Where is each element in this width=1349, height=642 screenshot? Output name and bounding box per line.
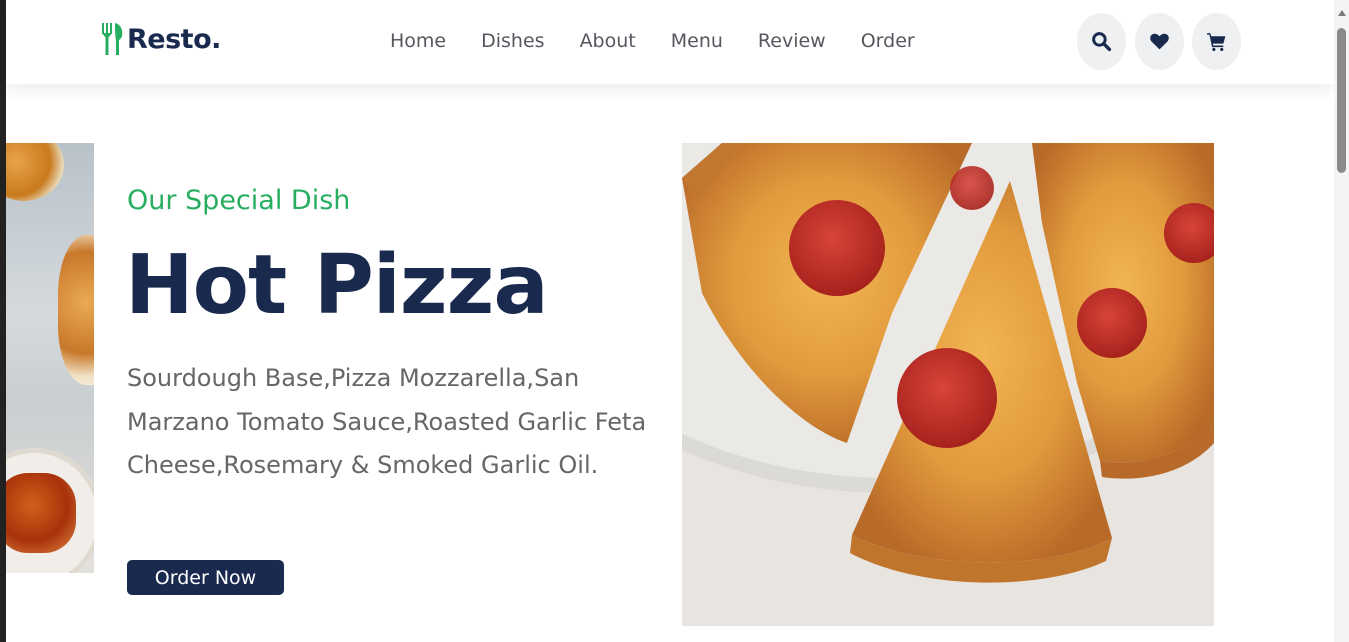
- hero-subtitle: Our Special Dish: [127, 185, 351, 216]
- nav-link-order[interactable]: Order: [861, 30, 915, 52]
- main-nav: Home Dishes About Menu Review Order: [390, 30, 950, 52]
- brand-name: Resto.: [127, 23, 221, 55]
- scrollbar-thumb[interactable]: [1337, 28, 1346, 173]
- heart-icon: [1150, 33, 1169, 50]
- nav-link-review[interactable]: Review: [758, 30, 826, 52]
- cart-button[interactable]: [1192, 13, 1241, 70]
- search-icon: [1092, 32, 1112, 52]
- order-now-button[interactable]: Order Now: [127, 560, 284, 595]
- search-button[interactable]: [1077, 13, 1126, 70]
- cart-icon: [1207, 33, 1226, 52]
- nav-link-home[interactable]: Home: [390, 30, 446, 52]
- nav-link-about[interactable]: About: [580, 30, 636, 52]
- vertical-scrollbar[interactable]: [1334, 0, 1349, 642]
- favorites-button[interactable]: [1135, 13, 1184, 70]
- site-header: Resto. Home Dishes About Menu Review Ord…: [6, 0, 1334, 84]
- hero-title: Hot Pizza: [125, 238, 549, 333]
- utensils-icon: [102, 23, 123, 55]
- hero-description: Sourdough Base,Pizza Mozzarella,San Marz…: [127, 364, 647, 479]
- logo[interactable]: Resto.: [100, 22, 221, 56]
- nav-link-menu[interactable]: Menu: [671, 30, 723, 52]
- scroll-up-arrow-icon[interactable]: [1338, 10, 1346, 16]
- nav-link-dishes[interactable]: Dishes: [481, 30, 544, 52]
- hero-pizza-image: [682, 143, 1214, 626]
- previous-slide-image[interactable]: [6, 143, 94, 573]
